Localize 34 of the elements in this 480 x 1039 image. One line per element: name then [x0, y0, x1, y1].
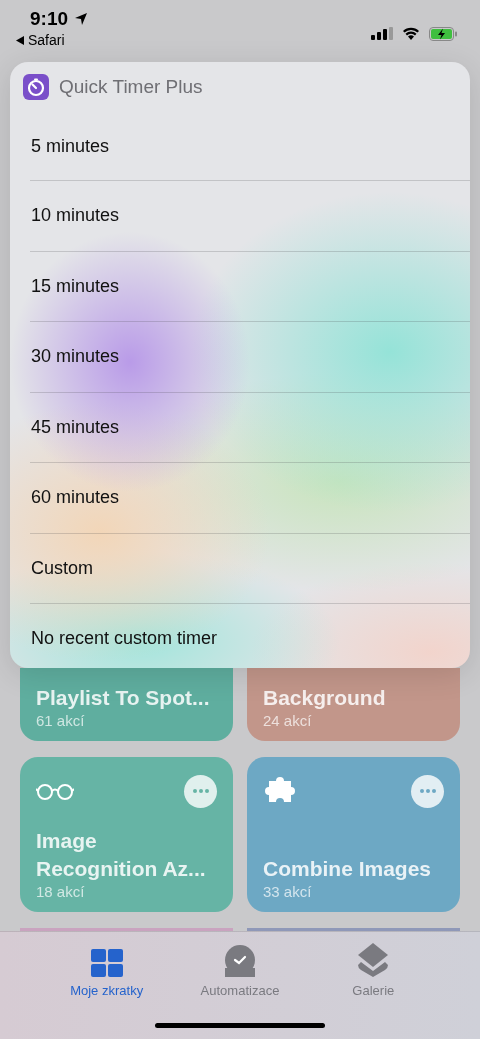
- menu-item[interactable]: 45 minutes: [10, 392, 470, 462]
- menu-item[interactable]: Custom: [10, 533, 470, 603]
- glasses-icon: [36, 782, 74, 800]
- more-button[interactable]: [411, 774, 444, 808]
- action-count: 18 akcí: [36, 883, 86, 900]
- wifi-icon: [402, 27, 420, 40]
- shortcut-title: Playlist To Spot...: [36, 685, 211, 711]
- menu-item[interactable]: No recent custom timer: [10, 604, 470, 668]
- action-count: 24 akcí: [263, 712, 313, 729]
- back-link[interactable]: Safari: [16, 32, 89, 48]
- action-count: 61 akcí: [36, 712, 86, 729]
- more-button[interactable]: [184, 774, 217, 808]
- shortcut-title: Combine Images: [263, 856, 433, 882]
- menu-item[interactable]: 60 minutes: [10, 463, 470, 533]
- menu-item[interactable]: 10 minutes: [10, 181, 470, 251]
- timer-app-icon: [23, 74, 49, 100]
- ellipsis-icon: [419, 789, 436, 793]
- location-arrow-icon: [74, 12, 89, 26]
- menu-item[interactable]: 5 minutes: [10, 112, 470, 180]
- back-triangle-icon: [16, 35, 24, 45]
- shortcut-title: Image Recognition Az...: [36, 828, 207, 882]
- action-count: 33 akcí: [263, 883, 313, 900]
- grid-icon: [90, 949, 123, 977]
- ellipsis-icon: [192, 789, 209, 793]
- tab[interactable]: Moje zkratky: [46, 932, 167, 999]
- battery-charging-icon: [429, 26, 458, 41]
- time: 9:10: [30, 8, 69, 30]
- signal-icon: [371, 27, 393, 40]
- layers-icon: [357, 943, 390, 977]
- shortcut-title: Background: [263, 685, 387, 711]
- menu-title: Quick Timer Plus: [59, 76, 203, 98]
- clock-check-icon: [224, 945, 256, 977]
- menu-item[interactable]: 15 minutes: [10, 251, 470, 321]
- menu-item[interactable]: 30 minutes: [10, 322, 470, 392]
